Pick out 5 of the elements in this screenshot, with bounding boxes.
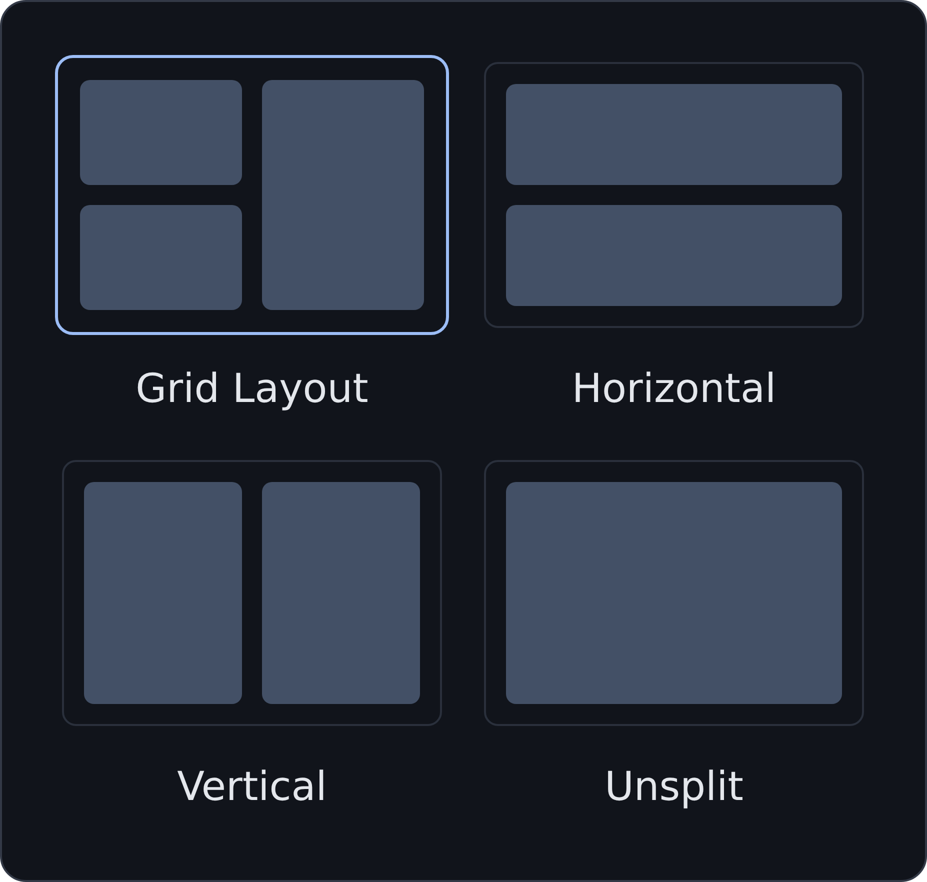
layout-label: Grid Layout bbox=[136, 365, 368, 414]
layout-option[interactable] bbox=[55, 55, 449, 335]
layout-label: Horizontal bbox=[572, 365, 776, 414]
layout-label: Unsplit bbox=[604, 763, 744, 812]
layout-label: Vertical bbox=[177, 763, 327, 812]
